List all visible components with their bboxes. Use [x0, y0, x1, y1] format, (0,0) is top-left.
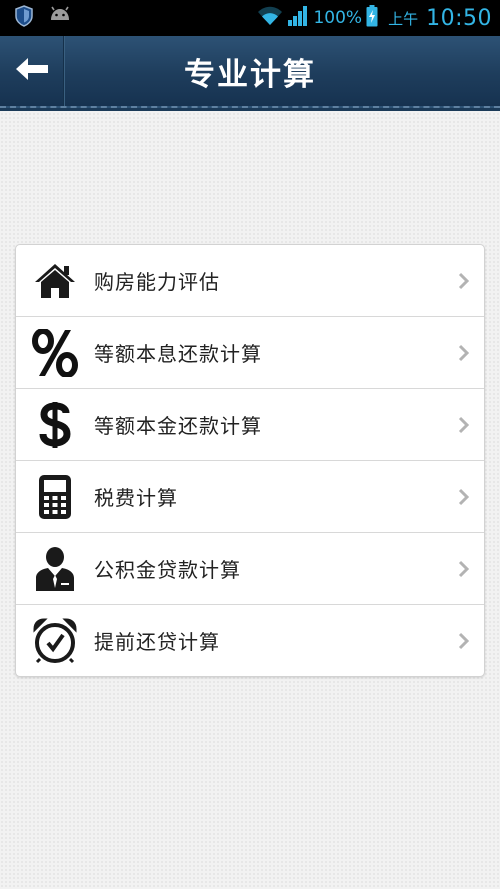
- menu-item-label: 税费计算: [94, 486, 178, 510]
- chevron-right-icon: [444, 389, 484, 461]
- alarm-clock-icon: [16, 605, 94, 677]
- menu-item-label: 等额本金还款计算: [94, 414, 262, 438]
- menu-item-purchase-ability[interactable]: 购房能力评估: [16, 245, 484, 317]
- chevron-right-icon: [444, 605, 484, 677]
- chevron-right-icon: [444, 461, 484, 533]
- android-icon: [48, 6, 72, 30]
- calculation-menu: 购房能力评估 等额本息还款计算 等额本金还款计算 税费计算 公积金贷款计算 提前…: [15, 244, 485, 677]
- clock-time: 10:50: [426, 5, 492, 31]
- back-button[interactable]: [0, 36, 64, 106]
- page-title: 专业计算: [184, 56, 316, 93]
- shield-icon: [14, 5, 34, 31]
- menu-item-prepayment[interactable]: 提前还贷计算: [16, 605, 484, 676]
- house-icon: [16, 245, 94, 317]
- wifi-icon: [257, 6, 283, 30]
- chevron-right-icon: [444, 245, 484, 317]
- battery-charging-icon: [366, 5, 378, 31]
- menu-item-housing-fund-loan[interactable]: 公积金贷款计算: [16, 533, 484, 605]
- menu-item-label: 公积金贷款计算: [94, 558, 241, 582]
- businessman-icon: [16, 533, 94, 605]
- menu-item-label: 等额本息还款计算: [94, 342, 262, 366]
- battery-percent: 100%: [313, 8, 363, 28]
- status-bar: 100% 上午 10:50: [0, 0, 500, 36]
- calculator-icon: [16, 461, 94, 533]
- title-bar: 专业计算: [0, 36, 500, 111]
- menu-item-equal-principal[interactable]: 等额本金还款计算: [16, 389, 484, 461]
- chevron-right-icon: [444, 533, 484, 605]
- arrow-left-icon: [14, 56, 50, 86]
- percent-icon: [16, 317, 94, 389]
- menu-item-label: 购房能力评估: [94, 270, 220, 294]
- dollar-icon: [16, 389, 94, 461]
- menu-item-label: 提前还贷计算: [94, 630, 220, 654]
- menu-item-tax-fee[interactable]: 税费计算: [16, 461, 484, 533]
- menu-item-equal-installment[interactable]: 等额本息还款计算: [16, 317, 484, 389]
- chevron-right-icon: [444, 317, 484, 389]
- clock-ampm: 上午: [388, 9, 419, 28]
- signal-icon: [287, 5, 309, 31]
